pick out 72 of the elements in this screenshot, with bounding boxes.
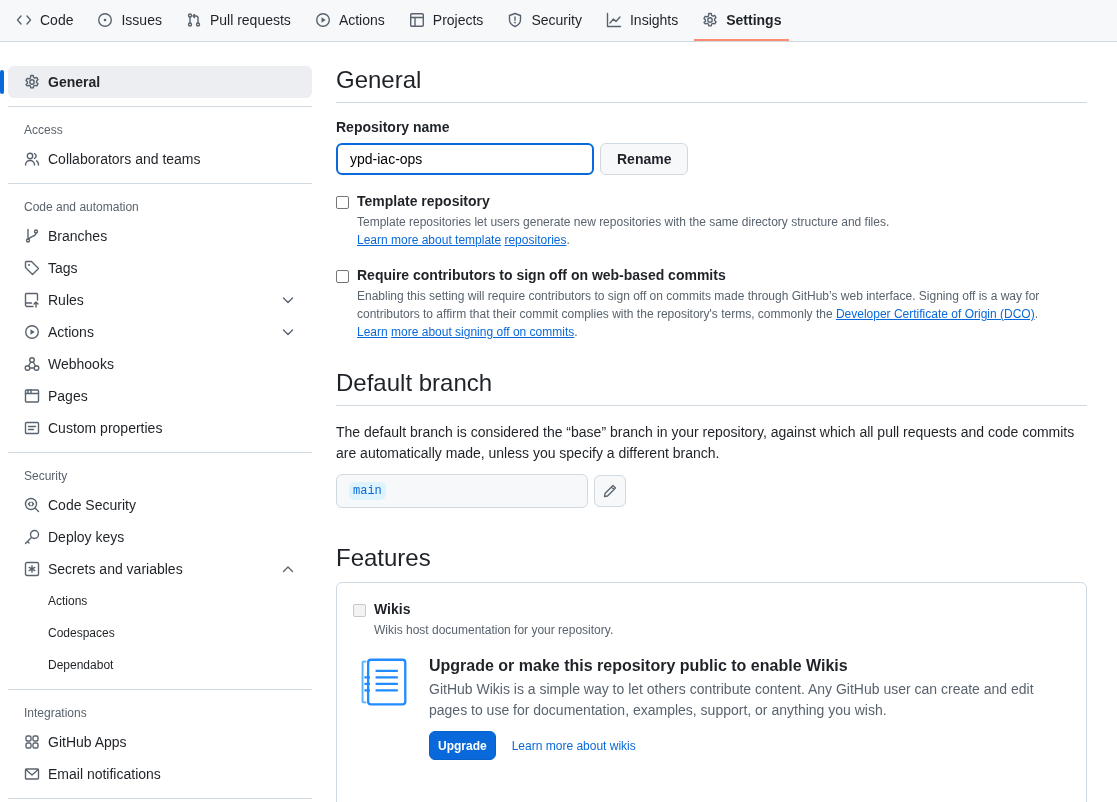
sidebar-item[interactable]: Rules (8, 284, 312, 316)
pull-request-icon (185, 11, 202, 28)
circle-dot-icon (97, 11, 114, 28)
shield-icon (507, 11, 524, 28)
nav-tab[interactable]: Code (8, 0, 82, 41)
sidebar-item[interactable]: Actions (8, 316, 312, 348)
nav-tab[interactable]: Projects (400, 0, 492, 41)
sidebar-item[interactable]: GitHub Apps (8, 726, 312, 758)
option-description: Enabling this setting will require contributors to sign off on commits made through GitHub’s web interface. Signing off is a way for contributors to affirm that their commit complies with the repository's terms, commonly the Developer Certificate of Origin (DCO). Learn more about signing off on commits. (357, 288, 1041, 341)
pencil-icon (602, 483, 618, 499)
option-description: Wikis host documentation for your repository. (374, 622, 614, 639)
section-title: General (336, 66, 1087, 103)
branch-icon (24, 228, 40, 244)
sidebar-item[interactable]: Collaborators and teams (8, 143, 312, 175)
section-heading: Access (23, 122, 64, 139)
line-chart-icon (605, 11, 622, 28)
note-icon (24, 420, 40, 436)
sidebar-item[interactable]: Code Security (8, 489, 312, 521)
learn-more-link[interactable]: Learn more about template (357, 233, 502, 247)
apps-grid-icon (24, 734, 40, 750)
document-arrow-icon (24, 292, 40, 308)
field-label: Repository name (336, 119, 451, 135)
browser-window-icon (24, 388, 40, 404)
section-title: Features (336, 544, 432, 572)
asterisk-box-icon (24, 561, 40, 577)
sidebar-subitem[interactable]: Dependabot (8, 649, 312, 681)
sidebar-item[interactable]: Tags (8, 252, 312, 284)
table-icon (408, 11, 425, 28)
sidebar-item[interactable]: Custom properties (8, 412, 312, 444)
option-label: Require contributors to sign off on web-based commits (357, 267, 727, 283)
sidebar-subitem[interactable]: Codespaces (8, 617, 312, 649)
play-icon (24, 324, 40, 340)
sidebar-item[interactable]: Secrets and variables (8, 553, 312, 585)
settings-icon (702, 11, 719, 28)
nav-tab[interactable]: Actions (306, 0, 393, 41)
rename-button[interactable]: Rename (600, 143, 689, 175)
nav-tab[interactable]: Insights (597, 0, 687, 41)
nav-tab[interactable]: Security (499, 0, 590, 41)
sidebar-item[interactable]: Deploy keys (8, 521, 312, 553)
option-description: Template repositories let users generate new repositories with the same directory structure and files. Learn more about template repositories. (357, 214, 891, 249)
section-heading: Security (23, 468, 69, 485)
sidebar-item[interactable]: Email notifications (8, 758, 312, 790)
nav-tab[interactable]: Settings (694, 0, 790, 41)
repository-name-input[interactable]: ypd-iac-ops (336, 143, 594, 175)
section-heading: Integrations (23, 705, 88, 722)
option-label: Wikis (374, 601, 412, 617)
upgrade-title: Upgrade or make this repository public to enable Wikis (429, 657, 849, 675)
webhook-icon (24, 356, 40, 372)
sidebar-item[interactable]: Branches (8, 220, 312, 252)
code-scan-icon (24, 497, 40, 513)
default-branch-description: The default branch is considered the “base” branch in your repository, against which all pull requests and code commits are automatically made, unless you specify a different branch. (336, 423, 1076, 463)
learn-more-link[interactable]: Learn (357, 325, 388, 339)
section-heading: Code and automation (23, 199, 140, 216)
section-title: Default branch (336, 369, 1087, 406)
people-icon (24, 151, 40, 167)
checkbox[interactable] (336, 196, 349, 209)
settings-icon (24, 74, 40, 90)
sidebar-subitem[interactable]: Actions (8, 585, 312, 617)
option-label: Template repository (357, 193, 491, 209)
nav-tab[interactable]: Pull requests (177, 0, 299, 41)
edit-button[interactable] (594, 475, 626, 507)
key-icon (24, 529, 40, 545)
sidebar-item[interactable]: Pages (8, 380, 312, 412)
learn-more-link[interactable]: Developer Certificate of Origin (DCO) (835, 307, 1035, 321)
nav-tab[interactable]: Issues (89, 0, 170, 41)
sidebar-item[interactable]: Webhooks (8, 348, 312, 380)
play-icon (314, 11, 331, 28)
upgrade-description: GitHub Wikis is a simple way to let others contribute content. Any GitHub user can create and edit pages to use for documentation, examples, support, or anything you wish. (429, 680, 1035, 720)
checkbox[interactable] (336, 270, 349, 283)
tag-icon (24, 260, 40, 276)
mail-icon (24, 766, 40, 782)
branch-name: main (349, 482, 386, 500)
